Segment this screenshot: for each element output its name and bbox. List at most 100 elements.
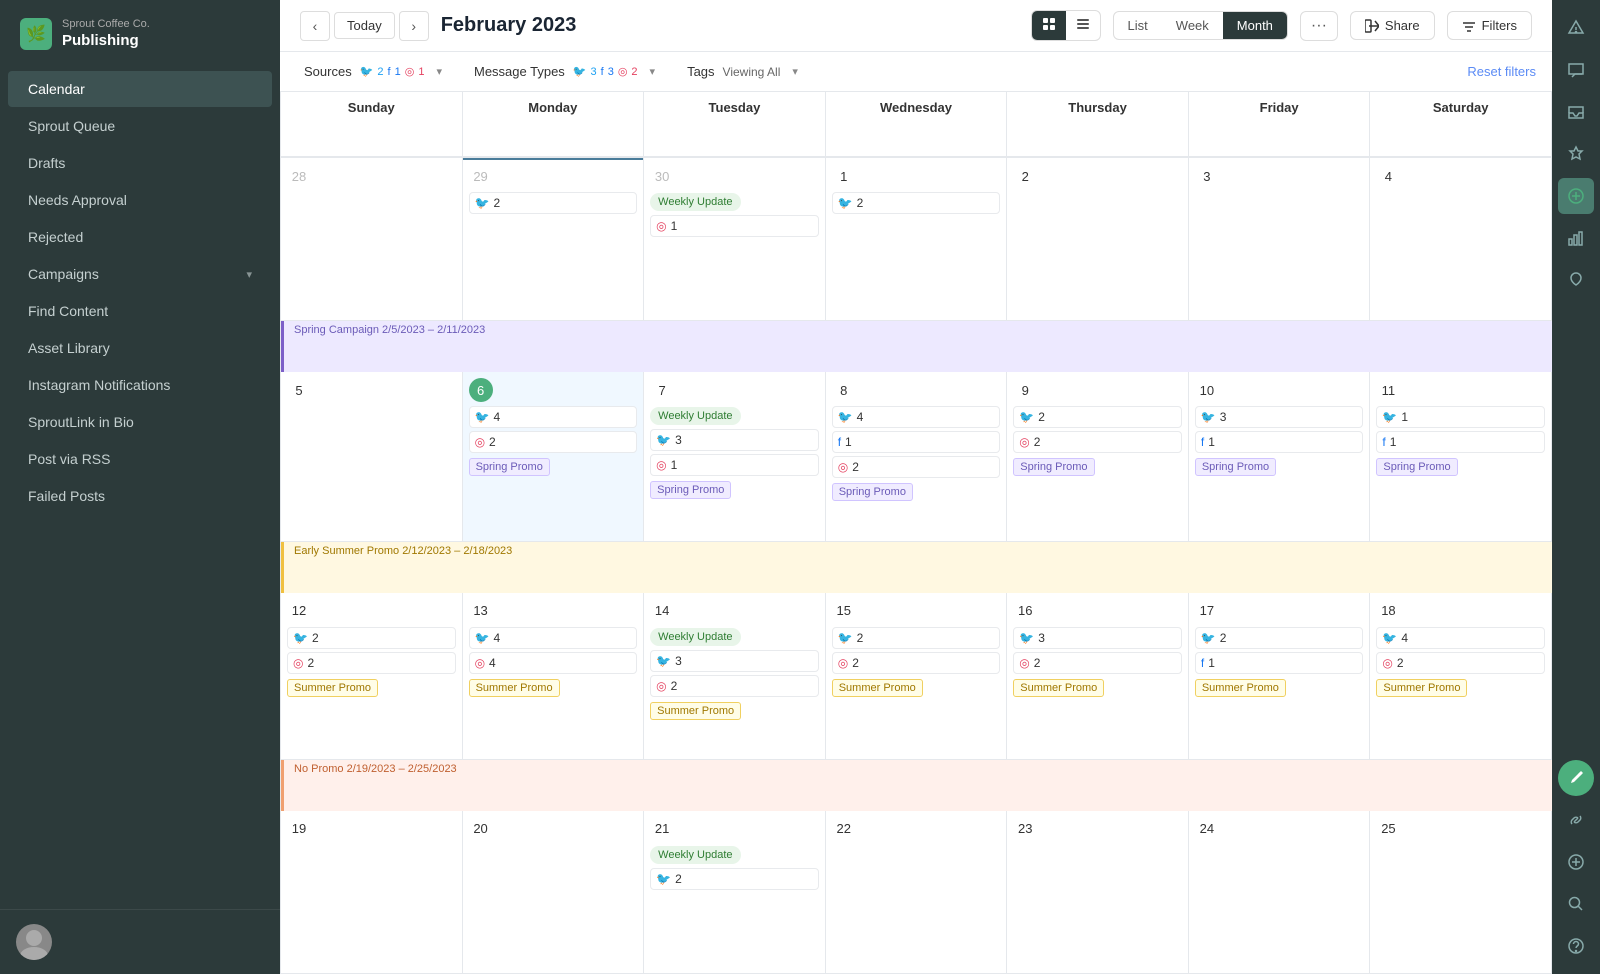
pin-icon[interactable]	[1558, 136, 1594, 172]
tab-list[interactable]: List	[1114, 12, 1162, 39]
day-cell-feb7[interactable]: 7 Weekly Update 🐦 3 ◎ 1 Spring Promo	[644, 372, 826, 541]
sidebar-item-instagram-notifications[interactable]: Instagram Notifications	[8, 367, 272, 403]
search-icon[interactable]	[1558, 886, 1594, 922]
tab-week[interactable]: Week	[1162, 12, 1223, 39]
day-cell-feb2[interactable]: 2	[1007, 158, 1189, 321]
post-item[interactable]: f 1	[1376, 431, 1545, 453]
promo-tag[interactable]: Summer Promo	[1013, 679, 1104, 697]
listening-icon[interactable]	[1558, 262, 1594, 298]
day-cell-feb25[interactable]: 25	[1370, 811, 1552, 974]
day-cell-feb22[interactable]: 22	[826, 811, 1008, 974]
post-item[interactable]: 🐦 2	[1013, 406, 1182, 428]
sidebar-item-drafts[interactable]: Drafts	[8, 145, 272, 181]
prev-button[interactable]: ‹	[300, 11, 330, 41]
today-button[interactable]: Today	[334, 12, 395, 39]
grid-view-button[interactable]	[1032, 11, 1066, 40]
day-cell-feb13[interactable]: 13 🐦 4 ◎ 4 Summer Promo	[463, 593, 645, 760]
post-item[interactable]: 🐦 2	[832, 627, 1001, 649]
day-cell-feb19[interactable]: 19	[281, 811, 463, 974]
post-item[interactable]: ◎ 2	[287, 652, 456, 674]
post-item[interactable]: 🐦 3	[650, 650, 819, 672]
post-item[interactable]: ◎ 2	[650, 675, 819, 697]
sidebar-item-rejected[interactable]: Rejected	[8, 219, 272, 255]
promo-tag[interactable]: Spring Promo	[1013, 458, 1094, 476]
post-item[interactable]: 🐦 4	[469, 627, 638, 649]
promo-tag[interactable]: Summer Promo	[650, 702, 741, 720]
promo-tag[interactable]: Summer Promo	[1195, 679, 1286, 697]
reset-filters-button[interactable]: Reset filters	[1467, 64, 1536, 79]
post-item[interactable]: 🐦 3	[650, 429, 819, 451]
more-button[interactable]: ···	[1300, 11, 1338, 41]
post-item[interactable]: ◎ 2	[469, 431, 638, 453]
chat-icon[interactable]	[1558, 52, 1594, 88]
sidebar-item-sproutlink[interactable]: SproutLink in Bio	[8, 404, 272, 440]
post-item[interactable]: 🐦 3	[1013, 627, 1182, 649]
post-item[interactable]: ◎ 2	[832, 652, 1001, 674]
post-item[interactable]: ◎ 2	[1013, 652, 1182, 674]
promo-tag[interactable]: Spring Promo	[469, 458, 550, 476]
promo-tag[interactable]: Summer Promo	[1376, 679, 1467, 697]
day-cell-feb21[interactable]: 21 Weekly Update 🐦 2	[644, 811, 826, 974]
weekly-update-tag[interactable]: Weekly Update	[650, 628, 740, 646]
list-view-button[interactable]	[1066, 11, 1100, 40]
post-item[interactable]: 🐦 2	[469, 192, 638, 214]
post-item[interactable]: f 1	[1195, 652, 1364, 674]
day-cell-jan29[interactable]: 29 🐦 2	[463, 158, 645, 321]
post-item[interactable]: 🐦 4	[832, 406, 1001, 428]
sidebar-item-post-via-rss[interactable]: Post via RSS	[8, 441, 272, 477]
post-item[interactable]: ◎ 4	[469, 652, 638, 674]
day-cell-feb4[interactable]: 4	[1370, 158, 1552, 321]
post-item[interactable]: ◎ 1	[650, 215, 819, 237]
day-cell-feb9[interactable]: 9 🐦 2 ◎ 2 Spring Promo	[1007, 372, 1189, 541]
sidebar-item-failed-posts[interactable]: Failed Posts	[8, 478, 272, 514]
promo-tag[interactable]: Spring Promo	[1195, 458, 1276, 476]
day-cell-feb5[interactable]: 5	[281, 372, 463, 541]
day-cell-feb11[interactable]: 11 🐦 1 f 1 Spring Promo	[1370, 372, 1552, 541]
sidebar-item-find-content[interactable]: Find Content	[8, 293, 272, 329]
post-item[interactable]: 🐦 3	[1195, 406, 1364, 428]
avatar[interactable]	[16, 924, 52, 960]
day-cell-feb17[interactable]: 17 🐦 2 f 1 Summer Promo	[1189, 593, 1371, 760]
promo-tag[interactable]: Spring Promo	[650, 481, 731, 499]
promo-tag[interactable]: Spring Promo	[1376, 458, 1457, 476]
tags-filter[interactable]: Tags Viewing All ▾	[679, 60, 806, 83]
post-item[interactable]: f 1	[1195, 431, 1364, 453]
inbox-icon[interactable]	[1558, 94, 1594, 130]
compose-icon[interactable]	[1558, 178, 1594, 214]
sidebar-item-campaigns[interactable]: Campaigns ▾	[8, 256, 272, 292]
sidebar-item-asset-library[interactable]: Asset Library	[8, 330, 272, 366]
post-item[interactable]: ◎ 2	[1376, 652, 1545, 674]
post-item[interactable]: 🐦 2	[650, 868, 819, 890]
promo-tag[interactable]: Summer Promo	[832, 679, 923, 697]
day-cell-feb1[interactable]: 1 🐦 2	[826, 158, 1008, 321]
day-cell-feb20[interactable]: 20	[463, 811, 645, 974]
post-item[interactable]: 🐦 1	[1376, 406, 1545, 428]
analytics-icon[interactable]	[1558, 220, 1594, 256]
day-cell-feb24[interactable]: 24	[1189, 811, 1371, 974]
day-cell-feb12[interactable]: 12 🐦 2 ◎ 2 Summer Promo	[281, 593, 463, 760]
add-icon[interactable]	[1558, 844, 1594, 880]
day-cell-feb3[interactable]: 3	[1189, 158, 1371, 321]
weekly-update-tag[interactable]: Weekly Update	[650, 193, 740, 211]
link-icon[interactable]	[1558, 802, 1594, 838]
sources-filter[interactable]: Sources 🐦 2 f 1 ◎ 1 ▾	[296, 60, 450, 83]
day-cell-feb15[interactable]: 15 🐦 2 ◎ 2 Summer Promo	[826, 593, 1008, 760]
tab-month[interactable]: Month	[1223, 12, 1287, 39]
filters-button[interactable]: Filters	[1447, 11, 1532, 40]
post-item[interactable]: 🐦 2	[287, 627, 456, 649]
create-post-button[interactable]	[1558, 760, 1594, 796]
day-cell-feb14[interactable]: 14 Weekly Update 🐦 3 ◎ 2 Summer Promo	[644, 593, 826, 760]
next-button[interactable]: ›	[399, 11, 429, 41]
sidebar-item-needs-approval[interactable]: Needs Approval	[8, 182, 272, 218]
day-cell-feb18[interactable]: 18 🐦 4 ◎ 2 Summer Promo	[1370, 593, 1552, 760]
alert-icon[interactable]	[1558, 10, 1594, 46]
help-icon[interactable]	[1558, 928, 1594, 964]
day-cell-feb10[interactable]: 10 🐦 3 f 1 Spring Promo	[1189, 372, 1371, 541]
promo-tag[interactable]: Summer Promo	[469, 679, 560, 697]
share-button[interactable]: Share	[1350, 11, 1435, 40]
post-item[interactable]: ◎ 1	[650, 454, 819, 476]
promo-tag[interactable]: Spring Promo	[832, 483, 913, 501]
post-item[interactable]: f 1	[832, 431, 1001, 453]
post-item[interactable]: 🐦 2	[1195, 627, 1364, 649]
post-item[interactable]: 🐦 4	[469, 406, 638, 428]
